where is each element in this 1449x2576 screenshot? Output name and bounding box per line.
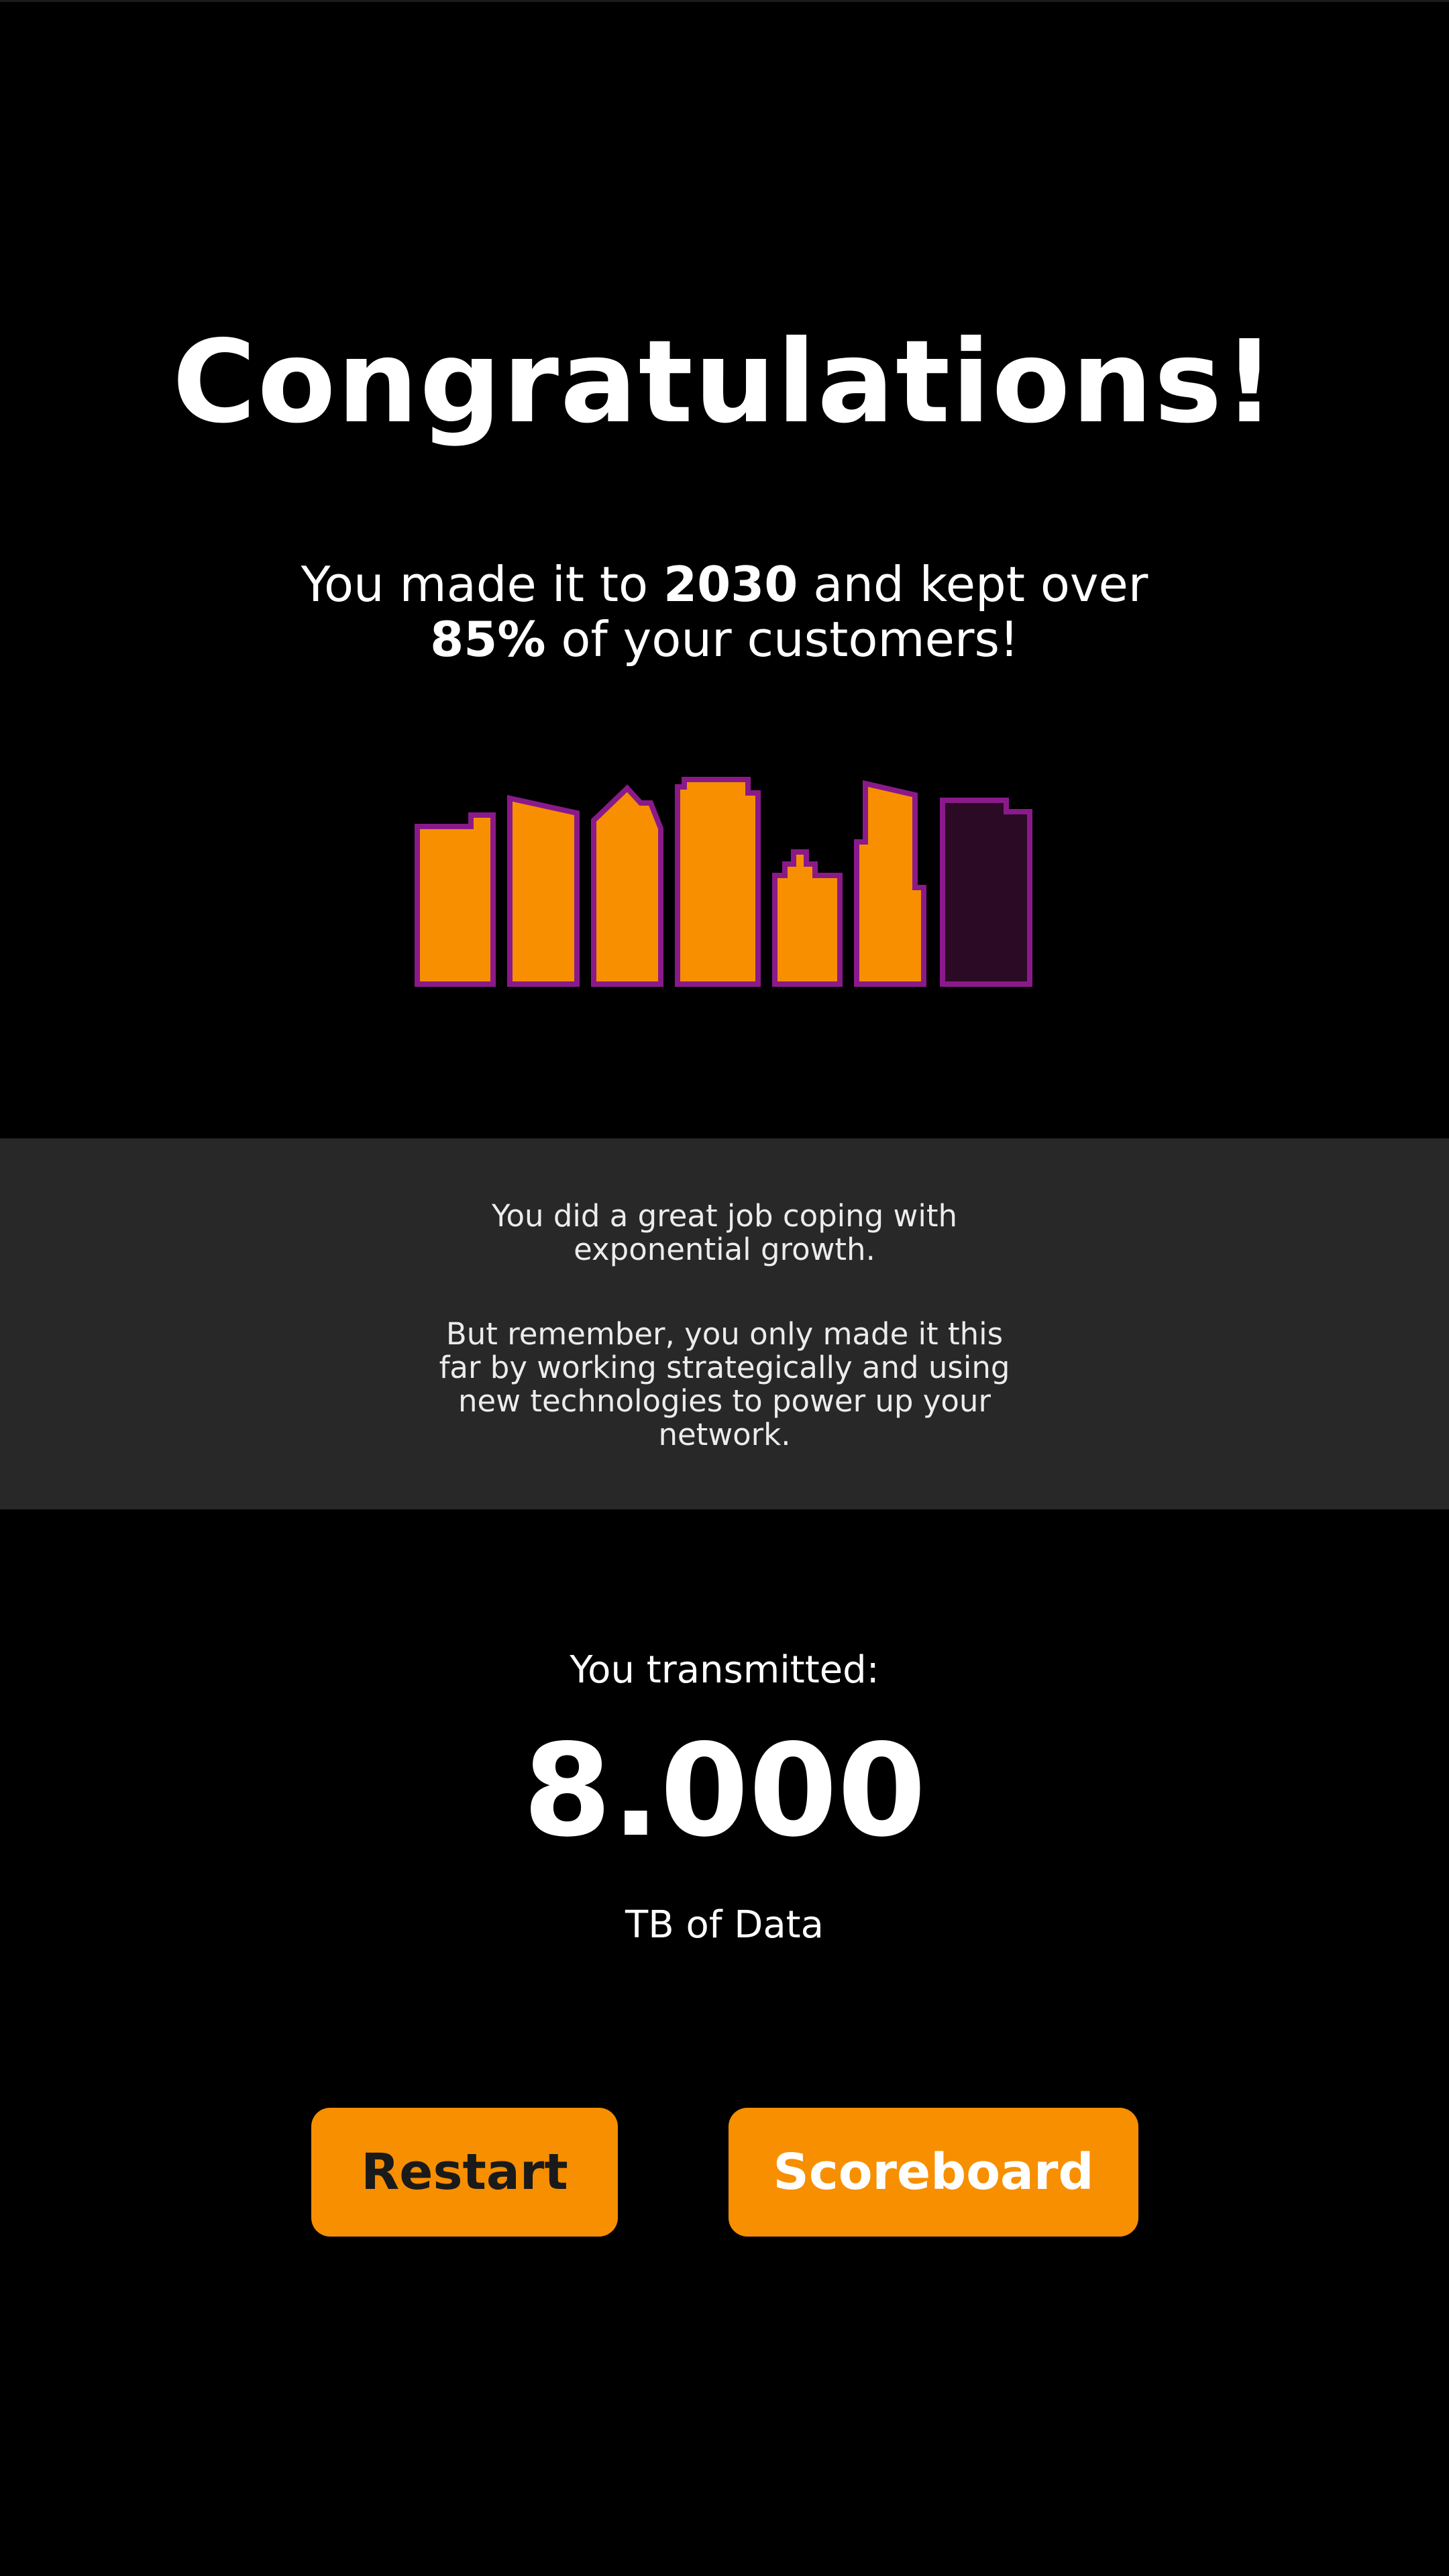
building-3 [591, 784, 663, 987]
result-summary: You made it to 2030 and kept over 85% of… [0, 557, 1449, 667]
building-4 [675, 777, 761, 987]
building-6 [854, 780, 926, 987]
info-p2-line-4: network. [658, 1417, 791, 1452]
info-p2-line-2: far by working strategically and using [439, 1350, 1010, 1385]
transmitted-value: 8.000 [523, 1717, 926, 1865]
summary-line-2: 85% of your customers! [0, 612, 1449, 667]
info-p2-line-3: new technologies to power up your [458, 1383, 991, 1419]
summary-percent: 85% [430, 611, 546, 667]
building-1 [415, 812, 496, 987]
building-7 [940, 798, 1032, 987]
info-p2-line-1: But remember, you only made it this [445, 1316, 1004, 1352]
info-p1-line-1: You did a great job coping with [491, 1198, 958, 1234]
info-paragraph-2: But remember, you only made it this far … [0, 1318, 1449, 1452]
info-p1-line-2: exponential growth. [574, 1232, 875, 1267]
congratulations-title: Congratulations! [172, 316, 1277, 449]
restart-button[interactable]: Restart [311, 2108, 618, 2237]
transmitted-label: You transmitted: [570, 1648, 879, 1692]
building-5 [772, 849, 843, 987]
info-paragraph-1: You did a great job coping with exponent… [0, 1199, 1449, 1267]
top-divider [0, 0, 1449, 2]
summary-text-post: and kept over [798, 556, 1148, 612]
city-skyline-illustration [415, 777, 1032, 987]
scoreboard-button[interactable]: Scoreboard [729, 2108, 1138, 2237]
summary-text-end: of your customers! [545, 611, 1019, 667]
building-2 [507, 795, 580, 987]
summary-line-1: You made it to 2030 and kept over [0, 557, 1449, 612]
summary-text-pre: You made it to [301, 556, 663, 612]
transmitted-unit: TB of Data [625, 1903, 824, 1947]
summary-year: 2030 [663, 556, 798, 612]
